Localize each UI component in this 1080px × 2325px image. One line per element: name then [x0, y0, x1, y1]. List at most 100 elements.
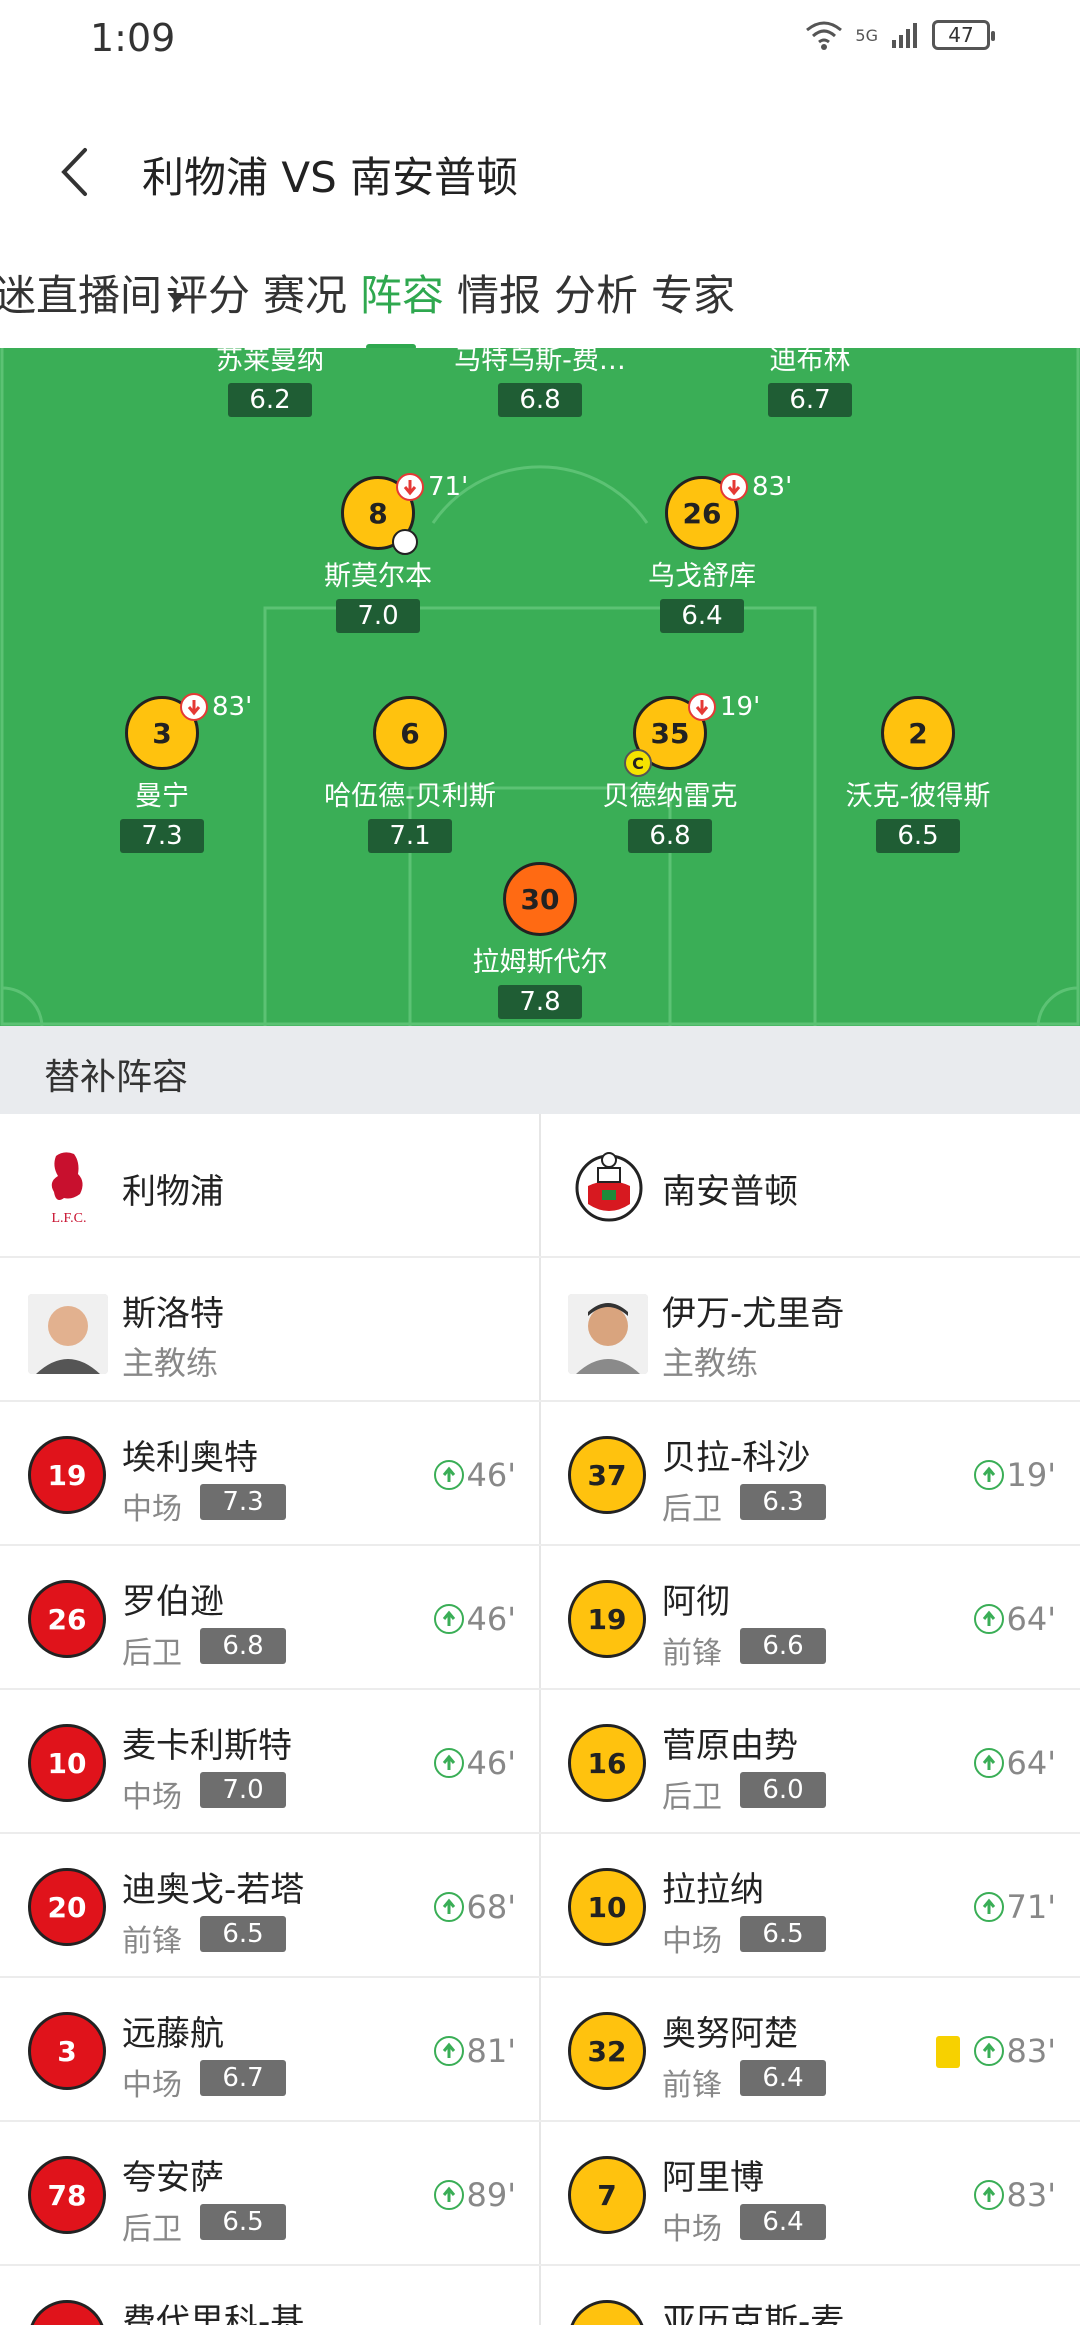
tab-ratings[interactable]: 评分 [166, 262, 250, 323]
player-rating: 7.8 [498, 985, 582, 1019]
home-sub-row[interactable]: 20 迪奥戈-若塔 前锋 6.5 68' [0, 1834, 540, 1978]
player-rating: 6.8 [498, 383, 582, 417]
sub-in-indicator: 83' [974, 2032, 1056, 2070]
player-rating: 6.4 [660, 599, 744, 633]
sub-position: 前锋 [122, 1924, 182, 1959]
away-sub-row[interactable]: 19 阿彻 前锋 6.6 64' [540, 1546, 1080, 1690]
sub-position: 后卫 [122, 1636, 182, 1671]
player-card[interactable]: 6 哈伍德-贝利斯 7.1 [290, 696, 530, 853]
sub-out-arrow-icon [688, 693, 716, 721]
player-name: 曼宁 [135, 781, 189, 812]
away-sub-row[interactable]: 10 拉拉纳 中场 6.5 71' [540, 1834, 1080, 1978]
sub-position: 中场 [122, 1492, 182, 1527]
away-sub-row[interactable]: 32 奥努阿楚 前锋 6.4 83' [540, 1978, 1080, 2122]
sub-name: 费代里科-基 [122, 2302, 305, 2325]
tab-experts[interactable]: 专家 [651, 262, 735, 323]
sub-name: 贝拉-科沙 [662, 1438, 811, 1478]
svg-text:L.F.C.: L.F.C. [51, 1211, 86, 1226]
sub-position: 后卫 [662, 1780, 722, 1815]
sub-rating: 6.4 [740, 2204, 826, 2240]
sub-out-indicator: 83' [720, 472, 792, 502]
home-sub-row[interactable]: 费代里科-基 [0, 2266, 540, 2325]
player-rating: 7.0 [336, 599, 420, 633]
number-text: 8 [368, 496, 388, 530]
sub-in-indicator: 46' [434, 1744, 516, 1782]
player-card[interactable]: 迪布林 6.7 [690, 348, 930, 417]
sub-out-arrow-icon [180, 693, 208, 721]
captain-badge: C [624, 749, 652, 777]
coach-name: 斯洛特 [122, 1294, 224, 1334]
player-card[interactable]: 苏莱曼纳 6.2 [150, 348, 390, 417]
back-button[interactable] [44, 142, 104, 202]
sub-in-time: 71' [1006, 1888, 1056, 1926]
player-card-keeper[interactable]: 30 拉姆斯代尔 7.8 [420, 862, 660, 1019]
sub-name: 远藤航 [122, 2014, 224, 2054]
sub-in-arrow-icon [974, 2180, 1005, 2210]
sub-in-arrow-icon [974, 1748, 1005, 1778]
sub-name: 埃利奥特 [122, 1438, 258, 1478]
sub-in-arrow-icon [974, 1604, 1005, 1634]
player-card[interactable]: 马特乌斯-费… 6.8 [420, 348, 660, 417]
sub-number: 20 [28, 1868, 106, 1946]
sub-out-time: 83' [212, 692, 253, 722]
sub-name: 麦卡利斯特 [122, 1726, 292, 1766]
sub-in-arrow-icon [974, 2036, 1005, 2066]
home-sub-row[interactable]: 26 罗伯逊 后卫 6.8 46' [0, 1546, 540, 1690]
home-sub-row[interactable]: 3 远藤航 中场 6.7 81' [0, 1978, 540, 2122]
sub-position: 中场 [122, 1780, 182, 1815]
sub-in-indicator: 71' [974, 1888, 1056, 1926]
sub-in-arrow-icon [434, 1460, 465, 1490]
sub-rating: 6.4 [740, 2060, 826, 2096]
tab-intel[interactable]: 情报 [457, 262, 541, 323]
sub-name: 奥努阿楚 [662, 2014, 798, 2054]
player-rating: 6.8 [628, 819, 712, 853]
player-rating: 7.3 [120, 819, 204, 853]
sub-in-indicator: 83' [974, 2176, 1056, 2214]
sub-number [568, 2300, 646, 2325]
home-sub-row[interactable]: 78 夸安萨 后卫 6.5 89' [0, 2122, 540, 2266]
player-number: 2 [881, 696, 955, 770]
tab-match[interactable]: 赛况 [263, 262, 347, 323]
sub-out-time: 83' [752, 472, 793, 502]
player-rating: 6.2 [228, 383, 312, 417]
sub-out-indicator: 19' [688, 692, 760, 722]
player-name: 沃克-彼得斯 [845, 781, 991, 812]
sub-rating: 6.3 [740, 1484, 826, 1520]
home-coach-row[interactable]: 斯洛特 主教练 [0, 1258, 540, 1402]
sub-number: 26 [28, 1580, 106, 1658]
sub-rating: 7.0 [200, 1772, 286, 1808]
status-bar: 1:09 5G 47 [0, 0, 1080, 80]
number-text: 30 [520, 882, 560, 916]
page-title: 利物浦 VS 南安普顿 [142, 153, 519, 202]
goal-ball-icon [392, 529, 418, 555]
away-sub-row[interactable]: 7 阿里博 中场 6.4 83' [540, 2122, 1080, 2266]
tab-lineup[interactable]: 阵容 [360, 262, 444, 323]
player-card[interactable]: 2 沃克-彼得斯 6.5 [798, 696, 1038, 853]
sub-number: 19 [28, 1436, 106, 1514]
away-sub-row[interactable]: 37 贝拉-科沙 后卫 6.3 19' [540, 1402, 1080, 1546]
player-name: 斯莫尔本 [324, 561, 432, 592]
sub-position: 前锋 [662, 1636, 722, 1671]
away-coach-row[interactable]: 伊万-尤里奇 主教练 [540, 1258, 1080, 1402]
chevron-left-icon [61, 148, 87, 196]
sub-out-time: 71' [428, 472, 469, 502]
away-sub-row[interactable]: 亚历克斯-麦 [540, 2266, 1080, 2325]
home-sub-row[interactable]: 10 麦卡利斯特 中场 7.0 46' [0, 1690, 540, 1834]
home-sub-row[interactable]: 19 埃利奥特 中场 7.3 46' [0, 1402, 540, 1546]
network-label: 5G [855, 25, 878, 45]
away-team-row: 南安普顿 [540, 1114, 1080, 1258]
sub-number: 78 [28, 2156, 106, 2234]
sub-in-indicator: 46' [434, 1600, 516, 1638]
sub-in-indicator: 19' [974, 1456, 1056, 1494]
sub-rating: 6.7 [200, 2060, 286, 2096]
sub-in-indicator: 81' [434, 2032, 516, 2070]
player-name: 贝德纳雷克 [602, 781, 738, 812]
tab-live-room[interactable]: 迷直播间 [0, 262, 187, 323]
tab-analysis[interactable]: 分析 [554, 262, 638, 323]
away-sub-row[interactable]: 16 菅原由势 后卫 6.0 64' [540, 1690, 1080, 1834]
sub-in-time: 46' [466, 1456, 516, 1494]
sub-number: 3 [28, 2012, 106, 2090]
subs-title: 替补阵容 [44, 1057, 189, 1098]
coach-role: 主教练 [122, 1344, 219, 1382]
sub-number: 37 [568, 1436, 646, 1514]
